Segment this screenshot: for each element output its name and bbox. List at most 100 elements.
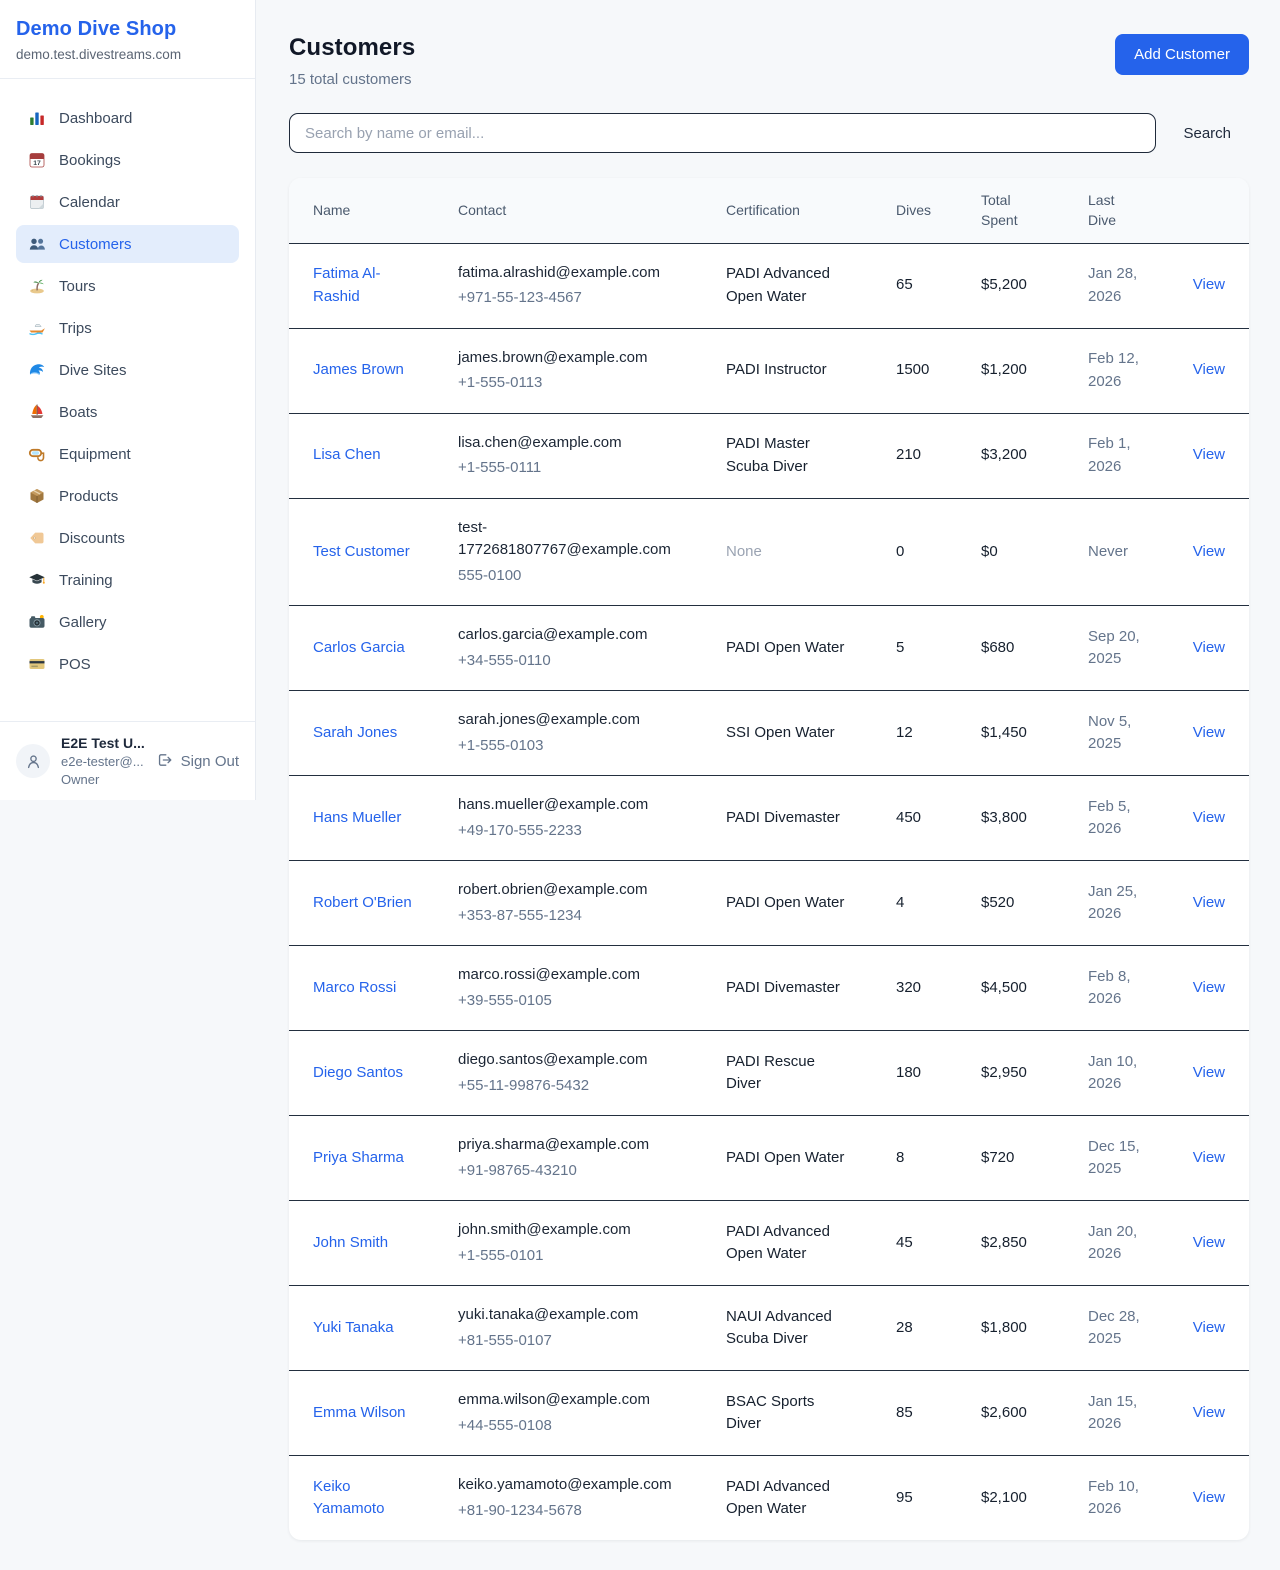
- customer-certification: NAUI Advanced Scuba Diver: [726, 1306, 852, 1351]
- customer-name-link[interactable]: Emma Wilson: [313, 1402, 406, 1425]
- table-row: Marco Rossi marco.rossi@example.com +39-…: [289, 946, 1249, 1031]
- dive-mask-icon: [28, 445, 46, 463]
- customer-dives: 12: [896, 722, 981, 745]
- customer-name-link[interactable]: Yuki Tanaka: [313, 1317, 394, 1340]
- customer-certification: PADI Master Scuba Diver: [726, 433, 852, 478]
- view-customer-link[interactable]: View: [1193, 639, 1225, 656]
- sidebar-item-products[interactable]: Products: [16, 477, 239, 515]
- sidebar-item-calendar[interactable]: Calendar: [16, 183, 239, 221]
- customer-total-spent: $1,450: [981, 722, 1088, 745]
- view-customer-link[interactable]: View: [1193, 809, 1225, 826]
- customer-email: keiko.yamamoto@example.com: [458, 1474, 674, 1497]
- table-row: Diego Santos diego.santos@example.com +5…: [289, 1031, 1249, 1116]
- shop-name: Demo Dive Shop: [16, 18, 239, 41]
- customer-name-link[interactable]: Carlos Garcia: [313, 637, 405, 660]
- customer-total-spent: $4,500: [981, 977, 1088, 1000]
- view-customer-link[interactable]: View: [1193, 361, 1225, 378]
- customer-last-dive: Never: [1088, 541, 1128, 564]
- view-customer-link[interactable]: View: [1193, 979, 1225, 996]
- view-customer-link[interactable]: View: [1193, 446, 1225, 463]
- customer-total-spent: $2,850: [981, 1232, 1088, 1255]
- sidebar-item-boats[interactable]: Boats: [16, 393, 239, 431]
- table-row: Keiko Yamamoto keiko.yamamoto@example.co…: [289, 1456, 1249, 1540]
- customer-last-dive: Jan 20, 2026: [1088, 1221, 1150, 1266]
- customer-email: emma.wilson@example.com: [458, 1389, 674, 1412]
- main-content: Customers 15 total customers Add Custome…: [256, 0, 1280, 1570]
- search-button[interactable]: Search: [1183, 121, 1231, 146]
- customer-name-link[interactable]: Sarah Jones: [313, 722, 397, 745]
- customer-name-link[interactable]: Diego Santos: [313, 1062, 403, 1085]
- customer-phone: +49-170-555-2233: [458, 820, 726, 843]
- view-customer-link[interactable]: View: [1193, 1319, 1225, 1336]
- sidebar-item-gallery[interactable]: Gallery: [16, 603, 239, 641]
- customer-total-spent: $2,600: [981, 1402, 1088, 1425]
- customer-certification: PADI Rescue Diver: [726, 1051, 852, 1096]
- wave-icon: [28, 361, 46, 379]
- page-title: Customers: [289, 34, 415, 62]
- view-customer-link[interactable]: View: [1193, 724, 1225, 741]
- customer-phone: +81-90-1234-5678: [458, 1500, 726, 1523]
- sidebar-item-tours[interactable]: Tours: [16, 267, 239, 305]
- customer-name-link[interactable]: John Smith: [313, 1232, 388, 1255]
- search-input[interactable]: [289, 113, 1156, 153]
- island-icon: [28, 277, 46, 295]
- bar-chart-icon: [28, 109, 46, 127]
- table-row: Test Customer test-1772681807767@example…: [289, 499, 1249, 607]
- customer-name-link[interactable]: Lisa Chen: [313, 444, 381, 467]
- sidebar-item-trips[interactable]: Trips: [16, 309, 239, 347]
- view-customer-link[interactable]: View: [1193, 1404, 1225, 1421]
- sign-out-button[interactable]: Sign Out: [156, 752, 239, 770]
- table-row: Carlos Garcia carlos.garcia@example.com …: [289, 606, 1249, 691]
- sidebar-item-training[interactable]: Training: [16, 561, 239, 599]
- sidebar-item-dive-sites[interactable]: Dive Sites: [16, 351, 239, 389]
- view-customer-link[interactable]: View: [1193, 1064, 1225, 1081]
- view-customer-link[interactable]: View: [1193, 276, 1225, 293]
- customer-name-link[interactable]: Fatima Al-Rashid: [313, 263, 425, 308]
- sidebar-item-equipment[interactable]: Equipment: [16, 435, 239, 473]
- view-customer-link[interactable]: View: [1193, 1489, 1225, 1506]
- sign-out-icon: [156, 752, 174, 770]
- sidebar-item-bookings[interactable]: 17 Bookings: [16, 141, 239, 179]
- sidebar-item-discounts[interactable]: Discounts: [16, 519, 239, 557]
- customer-name-link[interactable]: Marco Rossi: [313, 977, 396, 1000]
- sign-out-label: Sign Out: [181, 753, 239, 770]
- customer-email: james.brown@example.com: [458, 347, 674, 370]
- view-customer-link[interactable]: View: [1193, 1234, 1225, 1251]
- customer-email: john.smith@example.com: [458, 1219, 674, 1242]
- view-customer-link[interactable]: View: [1193, 543, 1225, 560]
- tear-off-calendar-icon: [28, 193, 46, 211]
- customer-dives: 1500: [896, 359, 981, 382]
- column-header-total-spent: Total Spent: [981, 190, 1088, 231]
- customer-name-link[interactable]: James Brown: [313, 359, 404, 382]
- shop-domain: demo.test.divestreams.com: [16, 47, 239, 62]
- customer-phone: +39-555-0105: [458, 990, 726, 1013]
- customers-table: Name Contact Certification Dives Total S…: [289, 178, 1249, 1540]
- bookings-calendar-icon: 17: [28, 151, 46, 169]
- customer-name-link[interactable]: Keiko Yamamoto: [313, 1476, 425, 1521]
- view-customer-link[interactable]: View: [1193, 1149, 1225, 1166]
- customer-name-link[interactable]: Priya Sharma: [313, 1147, 404, 1170]
- customer-dives: 28: [896, 1317, 981, 1340]
- customer-name-link[interactable]: Hans Mueller: [313, 807, 401, 830]
- sidebar-item-pos[interactable]: POS: [16, 645, 239, 683]
- customer-name-link[interactable]: Robert O'Brien: [313, 892, 412, 915]
- sidebar-item-customers[interactable]: Customers: [16, 225, 239, 263]
- add-customer-button[interactable]: Add Customer: [1115, 34, 1249, 75]
- table-row: John Smith john.smith@example.com +1-555…: [289, 1201, 1249, 1286]
- customer-dives: 65: [896, 274, 981, 297]
- customer-name-link[interactable]: Test Customer: [313, 541, 410, 564]
- user-section: E2E Test U... e2e-tester@... Owner Sign …: [0, 721, 255, 800]
- customer-phone: +971-55-123-4567: [458, 287, 726, 310]
- view-customer-link[interactable]: View: [1193, 894, 1225, 911]
- customer-certification: PADI Advanced Open Water: [726, 1476, 852, 1521]
- customer-phone: +34-555-0110: [458, 650, 726, 673]
- search-bar: Search: [289, 113, 1249, 153]
- customer-last-dive: Jan 15, 2026: [1088, 1391, 1150, 1436]
- customer-certification: PADI Advanced Open Water: [726, 1221, 852, 1266]
- sidebar-item-dashboard[interactable]: Dashboard: [16, 99, 239, 137]
- customer-dives: 210: [896, 444, 981, 467]
- customer-last-dive: Jan 28, 2026: [1088, 263, 1150, 308]
- svg-text:17: 17: [33, 160, 41, 167]
- customer-email: carlos.garcia@example.com: [458, 624, 674, 647]
- customer-email: lisa.chen@example.com: [458, 432, 674, 455]
